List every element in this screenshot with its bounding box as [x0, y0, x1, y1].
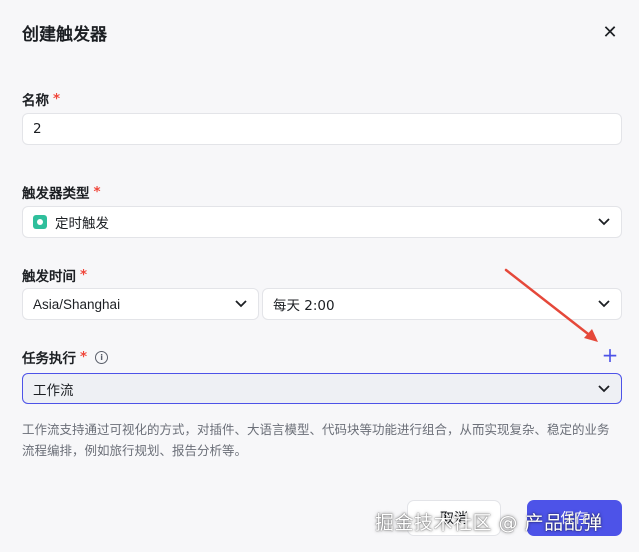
create-trigger-dialog: 创建触发器 ✕ 名称 * 2 触发器类型 * 定时触发 触发时间 * Asia/… [0, 0, 639, 552]
task-label-text: 任务执行 [22, 351, 76, 367]
trigger-type-label: 触发器类型 * [22, 182, 101, 202]
add-task-plus-icon[interactable]: + [601, 345, 619, 365]
chevron-down-icon [234, 297, 248, 311]
task-description: 工作流支持通过可视化的方式，对插件、大语言模型、代码块等功能进行组合，从而实现复… [22, 422, 610, 458]
chevron-down-icon [597, 382, 611, 396]
trigger-type-label-text: 触发器类型 [22, 186, 90, 202]
clock-icon [33, 215, 47, 229]
required-mark: * [80, 349, 88, 365]
name-label-text: 名称 [22, 93, 49, 109]
trigger-time-label: 触发时间 * [22, 265, 87, 285]
dialog-header: 创建触发器 ✕ [22, 20, 621, 45]
chevron-down-icon [597, 215, 611, 229]
task-type-select[interactable]: 工作流 [22, 373, 622, 404]
timezone-select[interactable]: Asia/Shanghai [22, 288, 259, 320]
info-icon[interactable]: i [95, 350, 109, 364]
close-icon[interactable]: ✕ [599, 21, 621, 43]
name-input-value: 2 [33, 121, 42, 137]
trigger-time-label-text: 触发时间 [22, 269, 76, 285]
required-mark: * [53, 91, 61, 107]
name-label: 名称 * [22, 89, 60, 109]
dialog-title: 创建触发器 [22, 24, 107, 45]
name-input[interactable]: 2 [22, 113, 622, 145]
chevron-down-icon [597, 297, 611, 311]
annotation-arrow [504, 268, 598, 342]
watermark: 掘金技术社区 @ 产品乱弹 [375, 512, 603, 534]
trigger-type-value: 定时触发 [55, 216, 109, 232]
trigger-type-select[interactable]: 定时触发 [22, 206, 622, 238]
schedule-value: 每天 2:00 [273, 298, 335, 314]
required-mark: * [80, 267, 88, 283]
timezone-value: Asia/Shanghai [33, 296, 121, 312]
task-type-value: 工作流 [33, 382, 74, 399]
task-label: 任务执行 * i [22, 347, 109, 367]
schedule-select[interactable]: 每天 2:00 [262, 288, 622, 320]
required-mark: * [93, 184, 101, 200]
